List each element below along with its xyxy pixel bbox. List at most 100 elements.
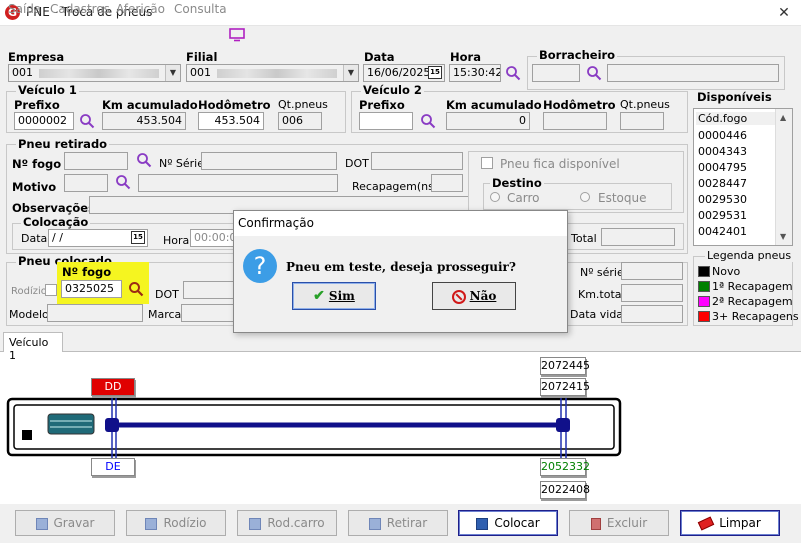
gravar-button[interactable]: Gravar bbox=[15, 510, 115, 536]
estoque-label: Estoque bbox=[598, 191, 647, 205]
colocacao-title: Colocação bbox=[21, 215, 91, 229]
motivo-code-field[interactable] bbox=[64, 174, 108, 192]
confirmation-dialog: Confirmação ? Pneu em teste, deseja pros… bbox=[233, 210, 568, 333]
tire-dd[interactable]: DD bbox=[91, 378, 135, 396]
veiculo1-prefixo-input[interactable]: 0000002 bbox=[14, 112, 74, 130]
tire-rear-bottom-inner[interactable]: 2052332 bbox=[540, 458, 590, 476]
total-label: Total bbox=[571, 232, 597, 245]
list-scrollbar[interactable]: ▲ ▼ bbox=[775, 109, 792, 245]
disponiveis-title: Disponíveis bbox=[697, 90, 772, 104]
marca-label: Marca bbox=[148, 308, 182, 321]
rodizio-button[interactable]: Rodízio bbox=[126, 510, 226, 536]
close-window-button[interactable]: ✕ bbox=[772, 3, 796, 23]
search-icon[interactable] bbox=[128, 281, 144, 297]
veiculo1-hodometro-input[interactable]: 453.504 bbox=[198, 112, 264, 130]
scroll-up-icon[interactable]: ▲ bbox=[780, 113, 786, 122]
colocacao-data-label: Data bbox=[21, 232, 48, 245]
retirar-button[interactable]: Retirar bbox=[348, 510, 448, 536]
gravar-label: Gravar bbox=[53, 516, 95, 530]
excluir-label: Excluir bbox=[606, 516, 648, 530]
kmtotal-label: Km.total bbox=[578, 288, 625, 301]
search-icon[interactable] bbox=[505, 65, 521, 81]
tire-rear-bottom-outer[interactable]: 2022408 bbox=[540, 481, 590, 499]
qtpneus-label: Qt.pneus bbox=[278, 98, 328, 111]
tire-rear-top-outer[interactable]: 2072445 bbox=[540, 357, 590, 375]
veiculo2-prefixo-input[interactable] bbox=[359, 112, 413, 130]
rodizio-checkbox[interactable] bbox=[45, 284, 57, 296]
dialog-yes-label: Sim bbox=[328, 289, 355, 303]
colocado-nserie-label: Nº série bbox=[580, 266, 624, 279]
empresa-label: Empresa bbox=[8, 50, 65, 64]
search-icon[interactable] bbox=[115, 174, 131, 190]
prefixo-label: Prefixo bbox=[359, 98, 405, 112]
dialog-no-button[interactable]: Não bbox=[432, 282, 516, 310]
estoque-radio[interactable] bbox=[580, 192, 590, 202]
fica-disponivel-checkbox[interactable] bbox=[481, 157, 493, 169]
data-label: Data bbox=[364, 50, 395, 64]
menu-afericao[interactable]: Aferição bbox=[116, 2, 165, 16]
borracheiro-code-field[interactable] bbox=[532, 64, 580, 82]
datavida-label: Data vida bbox=[570, 308, 624, 321]
search-icon[interactable] bbox=[136, 152, 152, 168]
legenda-title: Legenda pneus bbox=[705, 249, 794, 262]
excluir-button[interactable]: Excluir bbox=[569, 510, 669, 536]
monitor-icon[interactable] bbox=[229, 28, 245, 42]
tire-rear-top-inner[interactable]: 2072415 bbox=[540, 378, 590, 396]
retirar-label: Retirar bbox=[386, 516, 428, 530]
legend-label: 1ª Recapagem bbox=[712, 280, 793, 293]
calendar-icon[interactable]: 15 bbox=[428, 66, 442, 79]
carro-radio[interactable] bbox=[490, 192, 500, 202]
search-icon[interactable] bbox=[79, 113, 95, 129]
menu-cadastros[interactable]: Cadastros bbox=[50, 2, 110, 16]
retirado-nfogo-field[interactable] bbox=[64, 152, 128, 170]
rodcarro-button[interactable]: Rod.carro bbox=[237, 510, 337, 536]
menu-saida[interactable]: Saída bbox=[8, 2, 41, 16]
observacoes-label: Observações bbox=[12, 201, 95, 215]
hora-field[interactable]: 15:30:42 bbox=[449, 64, 501, 82]
list-item[interactable]: 0028447 bbox=[698, 177, 747, 190]
legend-swatch-novo bbox=[698, 266, 710, 277]
filial-select[interactable]: 001 ▼ bbox=[186, 64, 359, 82]
empresa-select[interactable]: 001 ▼ bbox=[8, 64, 181, 82]
list-item[interactable]: 0000446 bbox=[698, 129, 747, 142]
marca-field bbox=[181, 304, 241, 322]
empresa-value: 001 bbox=[12, 66, 33, 79]
search-icon[interactable] bbox=[586, 65, 602, 81]
list-item[interactable]: 0004795 bbox=[698, 161, 747, 174]
list-item[interactable]: 0004343 bbox=[698, 145, 747, 158]
disponiveis-list[interactable]: Cód.fogo 0000446 0004343 0004795 0028447… bbox=[693, 108, 793, 246]
hodometro-label: Hodômetro bbox=[543, 98, 616, 112]
calendar-icon[interactable]: 15 bbox=[131, 231, 145, 244]
borracheiro-label: Borracheiro bbox=[537, 48, 618, 62]
data-value: 16/06/2025 bbox=[367, 66, 431, 79]
nfogo-label: Nº fogo bbox=[12, 157, 62, 171]
colocado-nfogo-input[interactable]: 0325025 bbox=[61, 280, 122, 298]
fica-disponivel-label: Pneu fica disponível bbox=[500, 157, 620, 171]
destino-title: Destino bbox=[490, 176, 544, 190]
colocado-nfogo-label: Nº fogo bbox=[62, 265, 112, 279]
dialog-no-label: Não bbox=[469, 289, 497, 303]
nserie-label: Nº Série bbox=[159, 157, 205, 170]
colocacao-data-input[interactable]: / / 15 bbox=[48, 229, 148, 247]
dialog-message: Pneu em teste, deseja prosseguir? bbox=[286, 260, 516, 274]
floppy-icon bbox=[145, 517, 158, 530]
legend-label: 3+ Recapagens bbox=[712, 310, 799, 323]
tab-veiculo1[interactable]: Veículo 1 bbox=[3, 332, 63, 362]
dialog-yes-button[interactable]: ✔ Sim bbox=[292, 282, 376, 310]
list-header[interactable]: Cód.fogo bbox=[696, 112, 776, 125]
borracheiro-name-field[interactable] bbox=[607, 64, 779, 82]
tire-de[interactable]: DE bbox=[91, 458, 135, 476]
kmtotal-field bbox=[621, 284, 683, 302]
scroll-down-icon[interactable]: ▼ bbox=[780, 232, 786, 241]
chevron-down-icon[interactable]: ▼ bbox=[165, 65, 180, 81]
data-field[interactable]: 16/06/2025 15 bbox=[363, 64, 445, 82]
colocar-button[interactable]: Colocar bbox=[458, 510, 558, 536]
list-item[interactable]: 0029530 bbox=[698, 193, 747, 206]
list-item[interactable]: 0042401 bbox=[698, 225, 747, 238]
list-item[interactable]: 0029531 bbox=[698, 209, 747, 222]
veiculo1-title: Veículo 1 bbox=[16, 83, 79, 97]
chevron-down-icon[interactable]: ▼ bbox=[343, 65, 358, 81]
limpar-button[interactable]: Limpar bbox=[680, 510, 780, 536]
search-icon[interactable] bbox=[420, 113, 436, 129]
menu-consulta[interactable]: Consulta bbox=[174, 2, 227, 16]
